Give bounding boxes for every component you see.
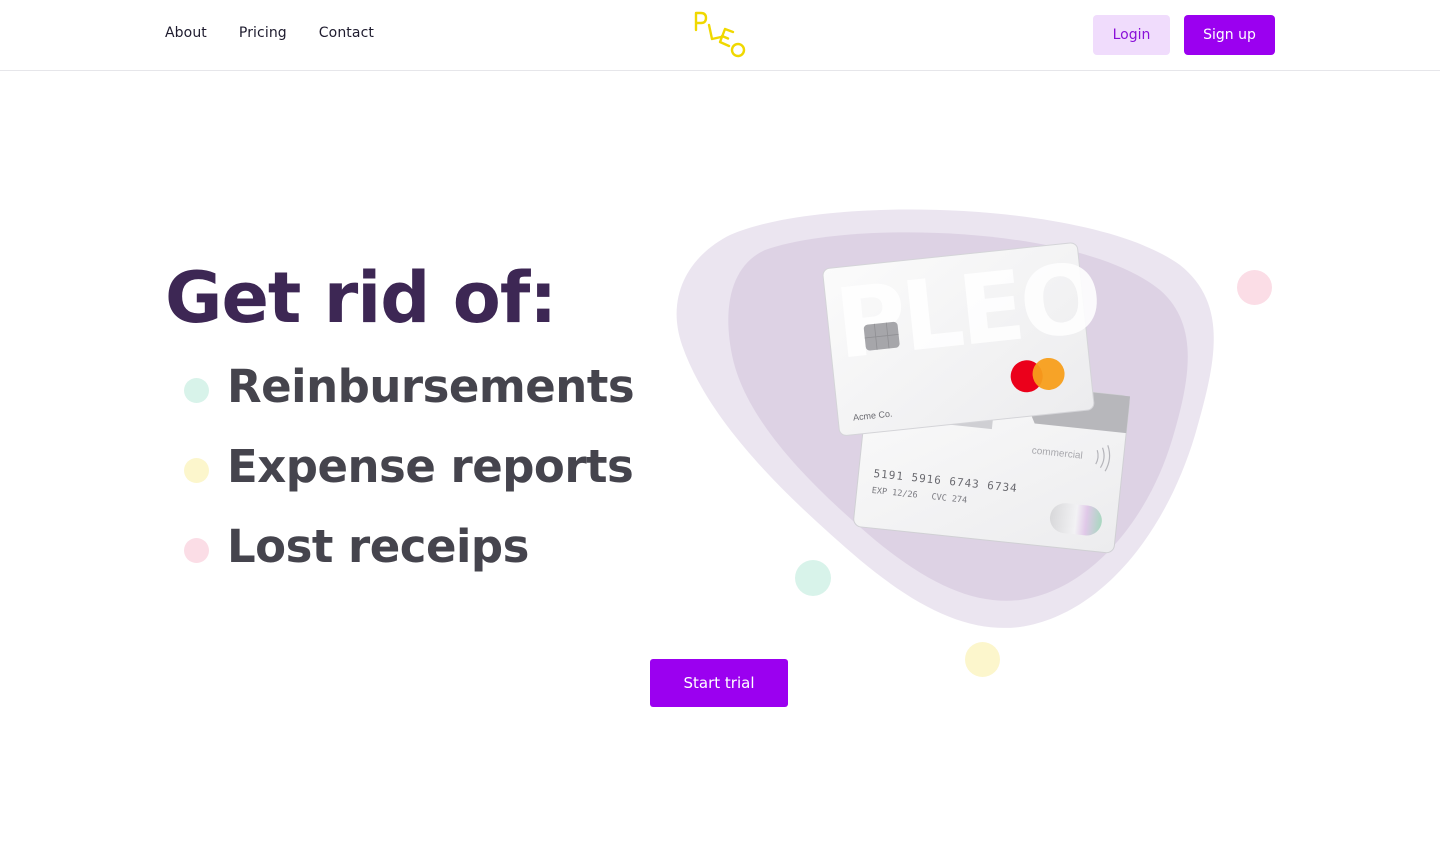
start-trial-button[interactable]: Start trial bbox=[650, 659, 788, 707]
decorative-dot-mint bbox=[795, 560, 831, 596]
list-item-label: Lost receips bbox=[227, 520, 529, 573]
signup-button[interactable]: Sign up bbox=[1184, 15, 1275, 55]
bullet-dot bbox=[184, 538, 209, 563]
nav-pricing-link[interactable]: Pricing bbox=[239, 25, 287, 41]
main-nav: About Pricing Contact bbox=[165, 25, 374, 41]
nav-contact-link[interactable]: Contact bbox=[319, 25, 374, 41]
login-button[interactable]: Login bbox=[1093, 15, 1170, 55]
card-illustration: commercial 5191 5916 6743 6734 EXP 12/26… bbox=[676, 209, 1214, 628]
decorative-dot-yellow bbox=[965, 642, 1000, 677]
list-item-label: Reinbursements bbox=[227, 360, 635, 413]
front-card: PLEO Acme Co. bbox=[822, 242, 1103, 436]
hero-headline: Get rid of: bbox=[165, 257, 557, 339]
list-item-label: Expense reports bbox=[227, 440, 634, 493]
nav-about-link[interactable]: About bbox=[165, 25, 207, 41]
bullet-dot bbox=[184, 378, 209, 403]
decorative-dot-pink bbox=[1237, 270, 1272, 305]
bullet-dot bbox=[184, 458, 209, 483]
site-header: About Pricing Contact Login Sign up bbox=[0, 0, 1440, 71]
pleo-logo[interactable] bbox=[693, 10, 749, 62]
